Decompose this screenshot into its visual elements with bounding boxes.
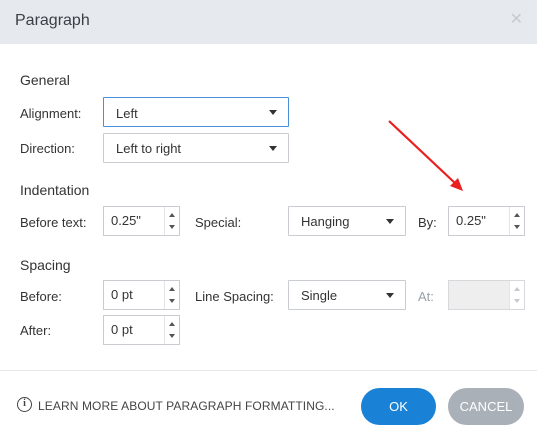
annotation-arrow-icon: [388, 120, 463, 191]
paragraph-dialog: Paragraph ✕ General Alignment: Left Dire…: [0, 0, 537, 438]
